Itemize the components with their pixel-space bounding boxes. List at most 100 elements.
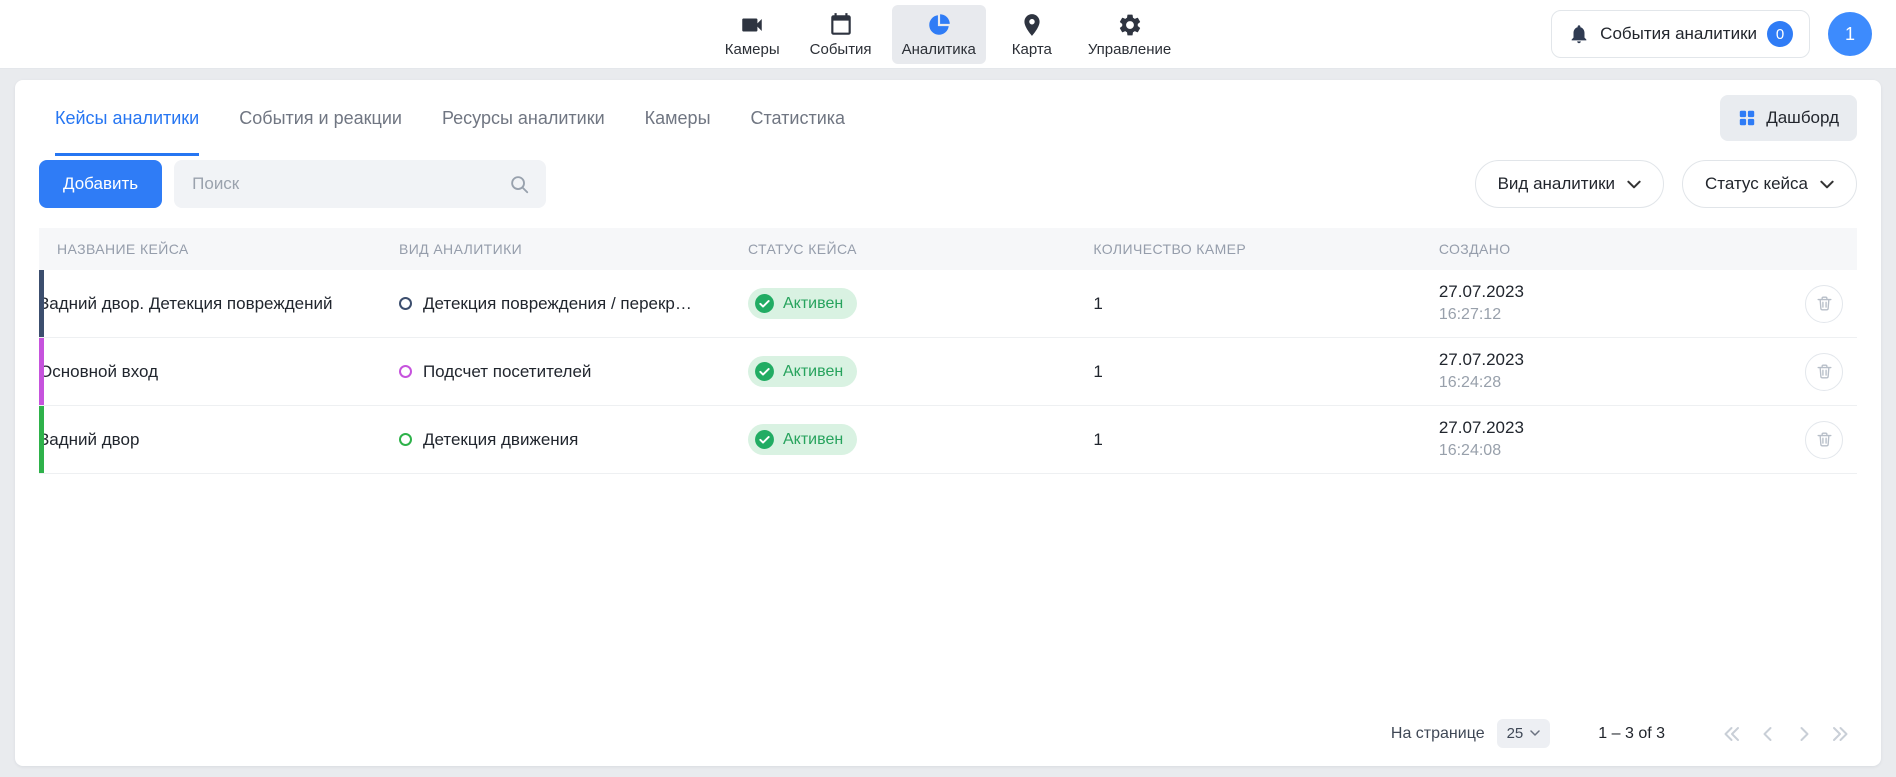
nav-item-events[interactable]: События xyxy=(800,5,882,64)
created-date: 27.07.2023 xyxy=(1439,281,1781,304)
events-button-label: События аналитики xyxy=(1600,24,1757,44)
table-row[interactable]: Задний двор Детекция движения Активен 1 … xyxy=(39,406,1857,474)
table-header-row: НАЗВАНИЕ КЕЙСА ВИД АНАЛИТИКИ СТАТУС КЕЙС… xyxy=(39,228,1857,270)
page-range: 1 – 3 of 3 xyxy=(1598,725,1665,743)
toolbar: Добавить Вид аналитики Статус кейса xyxy=(15,160,1881,208)
analytics-events-button[interactable]: События аналитики 0 xyxy=(1551,10,1810,58)
table-row[interactable]: Задний двор. Детекция повреждений Детекц… xyxy=(39,270,1857,338)
first-page-button[interactable] xyxy=(1719,721,1745,747)
nav-item-map[interactable]: Карта xyxy=(996,5,1068,64)
filter-analytics-type[interactable]: Вид аналитики xyxy=(1475,160,1664,208)
check-circle-icon xyxy=(754,361,775,382)
created-cell: 27.07.2023 16:27:12 xyxy=(1439,281,1781,326)
column-header-camera-count: КОЛИЧЕСТВО КАМЕР xyxy=(1093,241,1438,257)
tabs-row: Кейсы аналитики События и реакции Ресурс… xyxy=(15,80,1881,156)
double-chevron-left-icon xyxy=(1720,722,1744,746)
dashboard-button-label: Дашборд xyxy=(1766,108,1839,128)
calendar-icon xyxy=(828,12,854,38)
events-count-badge: 0 xyxy=(1767,21,1793,47)
chevron-down-icon xyxy=(1627,180,1641,189)
map-pin-icon xyxy=(1019,12,1045,38)
status-cell: Активен xyxy=(748,356,1093,387)
check-circle-icon xyxy=(754,293,775,314)
nav-item-cameras[interactable]: Камеры xyxy=(715,5,790,64)
delete-case-button[interactable] xyxy=(1805,285,1843,323)
dashboard-button[interactable]: Дашборд xyxy=(1720,95,1857,141)
table-row[interactable]: Основной вход Подсчет посетителей Активе… xyxy=(39,338,1857,406)
status-badge: Активен xyxy=(748,424,857,455)
row-accent-bar xyxy=(39,338,44,405)
status-badge: Активен xyxy=(748,356,857,387)
analytics-type-ring-icon xyxy=(399,297,412,310)
case-name: Задний двор xyxy=(39,430,399,450)
avatar[interactable]: 1 xyxy=(1828,12,1872,56)
search-input[interactable] xyxy=(174,160,546,208)
analytics-type-ring-icon xyxy=(399,433,412,446)
column-header-case-status: СТАТУС КЕЙСА xyxy=(748,241,1093,257)
filter-case-status-label: Статус кейса xyxy=(1705,174,1808,194)
next-page-button[interactable] xyxy=(1791,721,1817,747)
nav-label-management: Управление xyxy=(1088,41,1171,58)
analytics-cases-panel: Кейсы аналитики События и реакции Ресурс… xyxy=(15,80,1881,766)
pagination: На странице 25 1 – 3 of 3 xyxy=(15,719,1881,766)
tab-analytics-cases[interactable]: Кейсы аналитики xyxy=(55,80,199,156)
tab-analytics-resources[interactable]: Ресурсы аналитики xyxy=(442,80,605,156)
status-cell: Активен xyxy=(748,424,1093,455)
created-cell: 27.07.2023 16:24:08 xyxy=(1439,417,1781,462)
status-label: Активен xyxy=(783,431,843,449)
cases-table: НАЗВАНИЕ КЕЙСА ВИД АНАЛИТИКИ СТАТУС КЕЙС… xyxy=(39,228,1857,474)
status-label: Активен xyxy=(783,295,843,313)
main-nav: Камеры События Аналитика Карта Управлени… xyxy=(715,5,1181,64)
nav-label-analytics: Аналитика xyxy=(902,41,976,58)
search-field xyxy=(174,160,546,208)
nav-item-analytics[interactable]: Аналитика xyxy=(892,5,986,64)
case-name: Основной вход xyxy=(39,362,399,382)
gear-icon xyxy=(1117,12,1143,38)
created-time: 16:27:12 xyxy=(1439,304,1781,326)
row-actions xyxy=(1781,353,1857,391)
created-date: 27.07.2023 xyxy=(1439,417,1781,440)
filter-case-status[interactable]: Статус кейса xyxy=(1682,160,1857,208)
analytics-type-ring-icon xyxy=(399,365,412,378)
camera-icon xyxy=(739,12,765,38)
topbar-right: События аналитики 0 1 xyxy=(1181,10,1872,58)
analytics-type-label: Подсчет посетителей xyxy=(423,362,591,382)
double-chevron-right-icon xyxy=(1828,722,1852,746)
tabs: Кейсы аналитики События и реакции Ресурс… xyxy=(55,80,845,156)
per-page-select[interactable]: 25 xyxy=(1497,719,1551,748)
analytics-type-cell: Детекция повреждения / перекр… xyxy=(399,294,748,314)
chevron-down-icon xyxy=(1530,730,1540,737)
row-accent-bar xyxy=(39,270,44,337)
analytics-type-label: Детекция движения xyxy=(423,430,578,450)
nav-label-events: События xyxy=(810,41,872,58)
last-page-button[interactable] xyxy=(1827,721,1853,747)
created-date: 27.07.2023 xyxy=(1439,349,1781,372)
dashboard-grid-icon xyxy=(1738,109,1756,127)
tab-statistics[interactable]: Статистика xyxy=(751,80,846,156)
row-actions xyxy=(1781,285,1857,323)
per-page-value: 25 xyxy=(1507,725,1524,742)
pie-chart-icon xyxy=(926,12,952,38)
row-actions xyxy=(1781,421,1857,459)
delete-case-button[interactable] xyxy=(1805,353,1843,391)
add-button[interactable]: Добавить xyxy=(39,160,162,208)
created-time: 16:24:28 xyxy=(1439,372,1781,394)
trash-icon xyxy=(1815,294,1834,313)
analytics-type-cell: Детекция движения xyxy=(399,430,748,450)
prev-page-button[interactable] xyxy=(1755,721,1781,747)
nav-item-management[interactable]: Управление xyxy=(1078,5,1181,64)
topbar: Камеры События Аналитика Карта Управлени… xyxy=(0,0,1896,69)
tab-cameras[interactable]: Камеры xyxy=(645,80,711,156)
row-accent-bar xyxy=(39,406,44,473)
trash-icon xyxy=(1815,362,1834,381)
status-label: Активен xyxy=(783,363,843,381)
delete-case-button[interactable] xyxy=(1805,421,1843,459)
camera-count: 1 xyxy=(1093,294,1438,314)
tab-events-reactions[interactable]: События и реакции xyxy=(239,80,402,156)
chevron-left-icon xyxy=(1756,722,1780,746)
search-icon[interactable] xyxy=(508,173,530,195)
analytics-type-label: Детекция повреждения / перекр… xyxy=(423,294,692,314)
column-header-created: СОЗДАНО xyxy=(1439,241,1781,257)
nav-label-map: Карта xyxy=(1012,41,1052,58)
per-page-label: На странице xyxy=(1391,725,1485,743)
